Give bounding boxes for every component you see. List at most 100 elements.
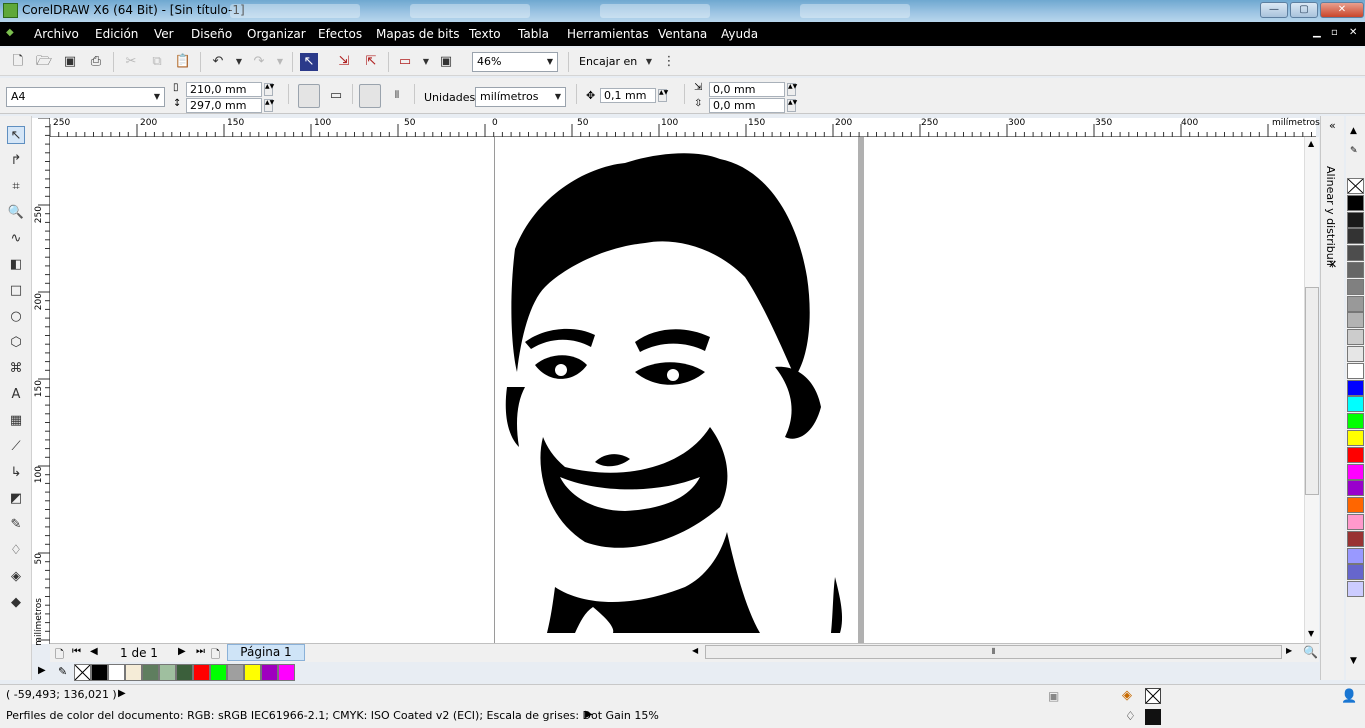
current-page-icon[interactable]: ⫴ (388, 87, 406, 105)
dup-x-spinner[interactable]: ▲▼ (787, 83, 797, 96)
maximize-button[interactable]: ▢ (1290, 2, 1318, 18)
paste-icon[interactable]: 📋 (174, 53, 192, 71)
color-swatch[interactable] (1347, 581, 1364, 598)
color-swatch[interactable] (244, 664, 261, 681)
color-swatch[interactable] (142, 664, 159, 681)
color-swatch[interactable] (1347, 228, 1364, 245)
fill-tool-icon[interactable]: ◈ (7, 568, 25, 586)
print-icon[interactable]: ⎙ (87, 53, 105, 71)
width-spinner[interactable]: ▲▼ (264, 83, 274, 96)
copy-icon[interactable]: ⧉ (148, 53, 166, 71)
color-swatch[interactable] (1347, 245, 1364, 262)
align-distribute-docker-tab[interactable]: Alinear y distribuir (1324, 166, 1337, 267)
doc-close-button[interactable]: ✕ (1349, 27, 1357, 38)
menu-archivo[interactable]: Archivo (34, 27, 79, 41)
color-swatch[interactable] (227, 664, 244, 681)
snap-status-icon[interactable]: ▣ (1048, 689, 1059, 703)
crop-tool-icon[interactable]: ⌗ (7, 178, 25, 196)
menu-ver[interactable]: Ver (154, 27, 174, 41)
open-icon[interactable]: 🗁 (35, 53, 53, 71)
color-swatch[interactable] (1347, 362, 1364, 379)
save-icon[interactable]: ▣ (61, 53, 79, 71)
polygon-tool-icon[interactable]: ⬡ (7, 334, 25, 352)
color-swatch[interactable] (1347, 262, 1364, 278)
color-swatch[interactable] (1347, 379, 1364, 396)
page-height-field[interactable]: 297,0 mm (186, 98, 262, 113)
eyedropper-tool-icon[interactable]: ✎ (7, 516, 25, 534)
redo-dropdown-icon[interactable]: ▼ (271, 53, 289, 71)
color-swatch[interactable] (1347, 430, 1364, 446)
interactive-fill-tool-icon[interactable]: ◆ (7, 594, 25, 612)
fullscreen-icon[interactable]: ▣ (437, 53, 455, 71)
color-swatch[interactable] (1347, 211, 1364, 228)
color-swatch[interactable] (210, 664, 227, 681)
text-tool-icon[interactable]: A (7, 386, 25, 404)
no-color-swatch[interactable] (74, 664, 91, 681)
color-swatch[interactable] (108, 664, 125, 681)
profiles-expand-icon[interactable]: ▶ (585, 709, 593, 720)
horizontal-scrollbar[interactable]: ◀ ⦀ ▶ (690, 645, 1298, 660)
fill-none-swatch[interactable] (1145, 688, 1161, 704)
outline-tool-icon[interactable]: ♢ (7, 542, 25, 560)
freehand-tool-icon[interactable]: ∿ (7, 230, 25, 248)
menu-organizar[interactable]: Organizar (247, 27, 306, 41)
zoom-navigator-icon[interactable]: 🔍 (1303, 645, 1318, 659)
color-swatch[interactable] (1347, 547, 1364, 564)
ellipse-tool-icon[interactable]: ○ (7, 308, 25, 326)
palette-menu-icon[interactable]: ▶ (38, 665, 46, 676)
scroll-right-icon[interactable]: ▶ (1286, 646, 1292, 655)
fit-dropdown-icon[interactable]: ▼ (640, 53, 658, 71)
zoom-tool-icon[interactable]: 🔍 (7, 204, 25, 222)
color-swatch[interactable] (1347, 463, 1364, 480)
import-icon[interactable]: ⇲ (335, 53, 353, 71)
landscape-icon[interactable]: ▭ (327, 87, 345, 105)
smart-fill-tool-icon[interactable]: ◧ (7, 256, 25, 274)
connector-tool-icon[interactable]: ↳ (7, 464, 25, 482)
snap-icon[interactable]: ⋮ (660, 53, 678, 71)
prev-page-icon[interactable]: ◀ (90, 646, 98, 657)
scroll-thumb[interactable]: ⦀ (705, 645, 1282, 659)
palette-scroll-down-icon[interactable]: ▼ (1350, 656, 1357, 666)
outline-color-swatch[interactable] (1145, 709, 1161, 725)
rectangle-tool-icon[interactable]: □ (7, 282, 25, 300)
redo-icon[interactable]: ↷ (250, 53, 268, 71)
close-button[interactable]: ✕ (1320, 2, 1364, 18)
scroll-thumb[interactable] (1305, 287, 1319, 495)
search-content-icon[interactable]: ↖ (300, 53, 318, 71)
dimension-tool-icon[interactable]: ⟋ (7, 438, 25, 456)
next-page-icon[interactable]: ▶ (178, 646, 186, 657)
portrait-button[interactable] (298, 84, 320, 108)
menu-herramientas[interactable]: Herramientas (567, 27, 649, 41)
palette-scroll-up-icon[interactable]: ▲ (1350, 126, 1357, 136)
page-size-combo[interactable]: A4 ▼ (6, 87, 165, 107)
color-swatch[interactable] (91, 664, 108, 681)
color-swatch[interactable] (176, 664, 193, 681)
menu-ayuda[interactable]: Ayuda (721, 27, 758, 41)
color-swatch[interactable] (1347, 514, 1364, 530)
publish-dropdown-icon[interactable]: ▼ (417, 53, 435, 71)
color-swatch[interactable] (1347, 413, 1364, 430)
menu-tabla[interactable]: Tabla (518, 27, 549, 41)
color-swatch[interactable] (193, 664, 210, 681)
horizontal-ruler[interactable]: 250 200 150 100 50 0 50 100 150 200 250 … (49, 118, 1320, 137)
new-icon[interactable]: 🗋 (9, 53, 27, 71)
color-swatch[interactable] (1347, 446, 1364, 463)
color-swatch[interactable] (1347, 396, 1364, 413)
undo-icon[interactable]: ↶ (209, 53, 227, 71)
basic-shapes-tool-icon[interactable]: ⌘ (7, 360, 25, 378)
color-swatch[interactable] (1347, 346, 1364, 362)
menu-mapas-de-bits[interactable]: Mapas de bits (376, 27, 459, 41)
undo-dropdown-icon[interactable]: ▼ (230, 53, 248, 71)
expand-status-icon[interactable]: ▶ (118, 688, 126, 699)
shape-tool-icon[interactable]: ↱ (7, 152, 25, 170)
color-swatch[interactable] (1347, 564, 1364, 581)
scroll-down-icon[interactable]: ▼ (1308, 629, 1314, 638)
pick-tool-icon[interactable]: ↖ (7, 126, 25, 144)
publish-icon[interactable]: ▭ (396, 53, 414, 71)
doc-restore-button[interactable]: ▫ (1331, 27, 1338, 38)
color-swatch[interactable] (1347, 295, 1364, 312)
color-swatch[interactable] (1347, 329, 1364, 346)
minimize-button[interactable]: — (1260, 2, 1288, 18)
color-swatch[interactable] (1347, 497, 1364, 514)
color-swatch[interactable] (1347, 194, 1364, 211)
